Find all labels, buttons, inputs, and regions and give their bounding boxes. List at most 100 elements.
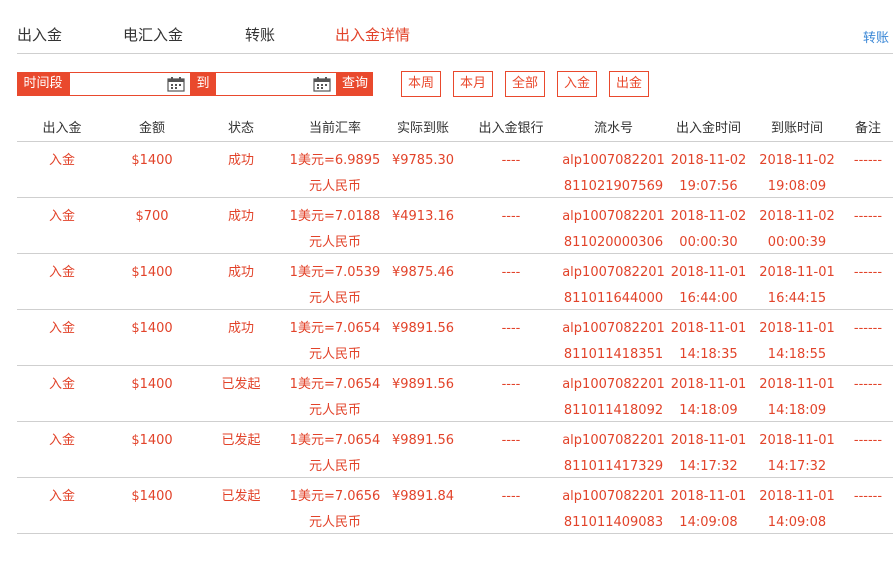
column-header: 到账时间 <box>751 112 843 142</box>
exchange-rate-cell: 1美元=7.0654 元人民币 <box>285 365 385 422</box>
filter-bar: 时间段 到 查询 本周 本月 全部 入金 出金 <box>0 70 893 100</box>
table-row: 入金 $1400 成功 1美元=6.9895 元人民币 ¥9785.30 ---- alp10… <box>17 141 893 198</box>
table-header-row: 出入金 金额 状态 当前汇率 实际到账 出入金银行 流水号 出入金时间 到账时间… <box>17 112 893 142</box>
filter-this-month-button[interactable]: 本月 <box>453 71 493 97</box>
received-cell: ¥9785.30 <box>385 141 461 198</box>
transactions-table: 出入金 金额 状态 当前汇率 实际到账 出入金银行 流水号 出入金时间 到账时间… <box>17 112 893 534</box>
type-cell: 入金 <box>17 141 107 198</box>
serial-number-cell: alp1007082201 811021907569 <box>561 141 666 198</box>
serial-number-cell-line: alp1007082201 <box>562 489 665 504</box>
note-cell-line: ------ <box>853 433 883 448</box>
column-header: 出入金时间 <box>666 112 751 142</box>
status-cell: 成功 <box>197 197 285 254</box>
amount-cell: $1400 <box>107 309 197 366</box>
status-cell-line: 成功 <box>227 209 254 224</box>
note-cell: ------ <box>843 309 893 366</box>
bank-cell: ---- <box>461 421 561 478</box>
received-cell: ¥9875.46 <box>385 253 461 310</box>
table-row: 入金 $700 成功 1美元=7.0188 元人民币 ¥4913.16 ---- alp100… <box>17 197 893 254</box>
serial-number-cell-line: alp1007082201 <box>562 377 665 392</box>
note-cell: ------ <box>843 197 893 254</box>
amount-cell-line: $1400 <box>131 153 173 168</box>
filter-deposit-button[interactable]: 入金 <box>557 71 597 97</box>
type-cell-line: 入金 <box>48 209 75 224</box>
transaction-time-cell-line: 2018-11-01 <box>670 377 747 392</box>
amount-cell-line: $1400 <box>131 321 173 336</box>
arrival-time-cell: 2018-11-01 14:09:08 <box>751 477 843 534</box>
received-cell-line: ¥9891.84 <box>391 489 455 504</box>
amount-cell: $1400 <box>107 141 197 198</box>
type-cell: 入金 <box>17 309 107 366</box>
status-cell: 成功 <box>197 141 285 198</box>
filter-this-week-button[interactable]: 本周 <box>401 71 441 97</box>
transaction-time-cell: 2018-11-01 14:17:32 <box>666 421 751 478</box>
serial-number-cell: alp1007082201 811011409083 <box>561 477 666 534</box>
received-cell-line: ¥4913.16 <box>391 209 455 224</box>
transaction-time-cell-line: 14:17:32 <box>679 459 738 474</box>
arrival-time-cell-line: 2018-11-01 <box>759 433 835 448</box>
arrival-time-cell: 2018-11-01 14:18:55 <box>751 309 843 366</box>
note-cell: ------ <box>843 477 893 534</box>
exchange-rate-cell-line: 1美元=6.9895 <box>289 153 381 168</box>
bank-cell: ---- <box>461 309 561 366</box>
column-header: 出入金 <box>17 112 107 142</box>
calendar-icon[interactable] <box>167 77 185 92</box>
transaction-time-cell: 2018-11-01 16:44:00 <box>666 253 751 310</box>
column-header: 备注 <box>843 112 893 142</box>
serial-number-cell-line: 811020000306 <box>563 235 664 250</box>
status-cell: 成功 <box>197 253 285 310</box>
transaction-time-cell-line: 14:18:09 <box>679 403 738 418</box>
status-cell-line: 成功 <box>227 153 254 168</box>
filter-withdraw-button[interactable]: 出金 <box>609 71 649 97</box>
exchange-rate-cell-line: 1美元=7.0656 <box>289 489 381 504</box>
bank-cell: ---- <box>461 477 561 534</box>
status-cell-line: 已发起 <box>221 433 261 448</box>
note-cell: ------ <box>843 421 893 478</box>
serial-number-cell-line: alp1007082201 <box>562 321 665 336</box>
note-cell-line: ------ <box>853 153 883 168</box>
status-cell-line: 成功 <box>227 265 254 280</box>
amount-cell-line: $1400 <box>131 377 173 392</box>
type-cell: 入金 <box>17 421 107 478</box>
tab-wire-deposit[interactable]: 电汇入金 <box>123 24 183 45</box>
transfer-details-link[interactable]: 转账 <box>863 27 889 46</box>
filter-all-button[interactable]: 全部 <box>505 71 545 97</box>
tab-transfer[interactable]: 转账 <box>245 24 275 45</box>
exchange-rate-cell-line: 元人民币 <box>308 403 361 418</box>
bank-cell: ---- <box>461 365 561 422</box>
arrival-time-cell-line: 2018-11-02 <box>759 153 835 168</box>
calendar-icon[interactable] <box>313 77 331 92</box>
serial-number-cell-line: 811011418351 <box>563 347 664 362</box>
serial-number-cell-line: alp1007082201 <box>562 433 665 448</box>
arrival-time-cell-line: 14:18:55 <box>767 347 827 362</box>
tab-deposit-details[interactable]: 出入金详情 <box>335 24 410 45</box>
status-cell: 已发起 <box>197 365 285 422</box>
transaction-time-cell: 2018-11-01 14:09:08 <box>666 477 751 534</box>
note-cell: ------ <box>843 141 893 198</box>
query-button[interactable]: 查询 <box>337 72 373 96</box>
note-cell-line: ------ <box>853 321 883 336</box>
received-cell: ¥9891.84 <box>385 477 461 534</box>
type-cell-line: 入金 <box>48 153 75 168</box>
exchange-rate-cell-line: 1美元=7.0654 <box>289 321 381 336</box>
transaction-time-cell-line: 19:07:56 <box>679 179 738 194</box>
transaction-time-cell-line: 14:18:35 <box>679 347 738 362</box>
received-cell: ¥9891.56 <box>385 365 461 422</box>
arrival-time-cell: 2018-11-01 14:18:09 <box>751 365 843 422</box>
table-row: 入金 $1400 已发起 1美元=7.0654 元人民币 ¥9891.56 ---- alp1… <box>17 421 893 478</box>
received-cell-line: ¥9875.46 <box>391 265 455 280</box>
period-label: 时间段 <box>17 72 69 96</box>
arrival-time-cell-line: 2018-11-01 <box>759 489 835 504</box>
note-cell: ------ <box>843 253 893 310</box>
exchange-rate-cell: 1美元=7.0654 元人民币 <box>285 421 385 478</box>
arrival-time-cell-line: 14:17:32 <box>767 459 827 474</box>
amount-cell: $1400 <box>107 477 197 534</box>
serial-number-cell: alp1007082201 811011418092 <box>561 365 666 422</box>
bank-cell-line: ---- <box>501 265 521 280</box>
tab-deposit-withdraw[interactable]: 出入金 <box>17 24 62 45</box>
serial-number-cell: alp1007082201 811011417329 <box>561 421 666 478</box>
serial-number-cell: alp1007082201 811011644000 <box>561 253 666 310</box>
serial-number-cell: alp1007082201 811011418351 <box>561 309 666 366</box>
serial-number-cell-line: 811011418092 <box>563 403 664 418</box>
status-cell: 已发起 <box>197 477 285 534</box>
